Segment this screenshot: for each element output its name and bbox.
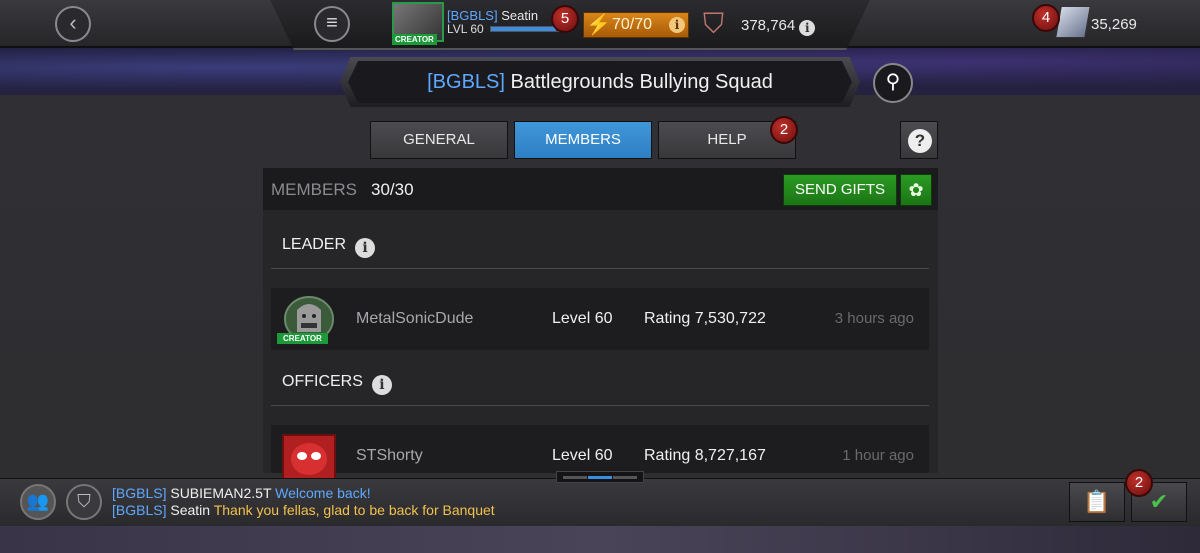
help-button[interactable]: ?: [900, 121, 938, 159]
question-icon: ?: [908, 129, 932, 153]
back-button[interactable]: ‹: [55, 6, 91, 42]
member-level: Level 60: [552, 310, 613, 327]
xp-bar: [490, 26, 560, 32]
officers-label: OFFICERS: [282, 373, 363, 390]
alliance-chat-icon[interactable]: 👥: [20, 484, 56, 520]
member-name: STShorty: [356, 447, 423, 464]
alliance-screen: ‹ ≡ CREATOR [BGBLS] Seatin LVL 60 5 ⚡ 70…: [0, 0, 1200, 553]
alliance-title: [BGBLS] Battlegrounds Bullying Squad: [348, 61, 852, 103]
member-level: Level 60: [552, 447, 613, 464]
bottom-strip: [0, 526, 1200, 553]
member-row-officer[interactable]: STShorty Level 60 Rating 8,727,167 1 hou…: [271, 425, 929, 481]
help-tab-badge: 2: [770, 116, 798, 144]
player-avatar[interactable]: CREATOR: [392, 2, 444, 45]
member-name: MetalSonicDude: [356, 310, 474, 327]
units-value: 35,269: [1091, 16, 1137, 33]
chat-tag: [BGBLS]: [112, 502, 167, 518]
chat-bar[interactable]: 👥 ⛉ [BGBLS] SUBIEMAN2.5T Welcome back! […: [0, 478, 1200, 526]
chat-user: SUBIEMAN2.5T: [170, 485, 272, 501]
scroll-indicator: [556, 471, 644, 483]
player-name-text: Seatin: [501, 8, 539, 23]
player-rating-value: 378,764: [741, 17, 796, 34]
send-gifts-button[interactable]: SEND GIFTS: [783, 174, 897, 206]
leader-label: LEADER: [282, 236, 347, 253]
officers-info-icon[interactable]: i: [371, 375, 392, 395]
checkmark-icon: ✔: [1149, 489, 1169, 514]
leader-section-label: LEADER i: [282, 236, 376, 258]
objectives-badge: 2: [1125, 469, 1153, 497]
officers-section-label: OFFICERS i: [282, 373, 392, 395]
energy-value: 70/70: [612, 16, 653, 33]
chat-message: [BGBLS] SUBIEMAN2.5T Welcome back!: [112, 485, 371, 501]
chat-tag: [BGBLS]: [112, 485, 167, 501]
members-panel: MEMBERS 30/30 SEND GIFTS ✿ LEADER i CREAT…: [263, 168, 938, 481]
chat-text: Thank you fellas, glad to be back for Ba…: [213, 502, 495, 518]
profile-notification-badge: 5: [551, 5, 579, 33]
rating-info-icon[interactable]: i: [799, 20, 816, 36]
menu-button[interactable]: ≡: [314, 6, 350, 42]
player-level: LVL 60: [447, 22, 484, 36]
search-icon: ⚲: [885, 71, 901, 93]
member-last-seen: 1 hour ago: [842, 447, 914, 464]
leader-info-icon[interactable]: i: [355, 238, 376, 258]
members-header: MEMBERS 30/30 SEND GIFTS ✿: [263, 168, 938, 210]
lightning-icon: ⚡: [586, 14, 611, 36]
member-rating: Rating 7,530,722: [644, 310, 766, 327]
hamburger-menu-icon: ≡: [326, 12, 338, 34]
officer-avatar: [282, 434, 336, 481]
back-arrow-icon: ‹: [69, 10, 77, 35]
player-rating: 378,764 i: [741, 17, 816, 36]
gift-network-icon: ✿: [908, 180, 924, 200]
energy-meter[interactable]: ⚡ 70/70 i: [583, 12, 689, 38]
leader-creator-tag: CREATOR: [277, 333, 328, 344]
members-label: MEMBERS: [271, 180, 357, 199]
chat-text: Welcome back!: [275, 485, 371, 501]
player-alliance-tag: [BGBLS]: [447, 8, 498, 23]
member-last-seen: 3 hours ago: [834, 310, 914, 327]
units-notification-badge: 4: [1032, 4, 1060, 32]
members-count: 30/30: [371, 180, 414, 199]
member-row-leader[interactable]: CREATOR MetalSonicDude Level 60 Rating 7…: [271, 288, 929, 350]
player-name: [BGBLS] Seatin: [447, 8, 538, 23]
divider: [271, 405, 929, 406]
rating-shield-icon: ⛉: [703, 8, 725, 39]
units-icon[interactable]: [1055, 6, 1091, 38]
search-button[interactable]: ⚲: [873, 63, 913, 103]
creator-tag: CREATOR: [392, 34, 437, 45]
chat-message: [BGBLS] Seatin Thank you fellas, glad to…: [112, 502, 495, 518]
quest-log-button[interactable]: 📋: [1069, 482, 1125, 522]
clipboard-icon: 📋: [1083, 489, 1111, 514]
xp-fill: [491, 27, 556, 31]
member-rating: Rating 8,727,167: [644, 447, 766, 464]
gift-options-button[interactable]: ✿: [900, 174, 932, 206]
energy-info-icon[interactable]: i: [669, 17, 685, 33]
divider: [271, 268, 929, 269]
tab-members[interactable]: MEMBERS: [514, 121, 652, 159]
alliance-name: Battlegrounds Bullying Squad: [510, 71, 773, 93]
alliance-tag: [BGBLS]: [427, 71, 505, 93]
tab-general[interactable]: GENERAL: [370, 121, 508, 159]
chat-user: Seatin: [170, 502, 211, 518]
alliance-shield-icon[interactable]: ⛉: [66, 484, 102, 520]
